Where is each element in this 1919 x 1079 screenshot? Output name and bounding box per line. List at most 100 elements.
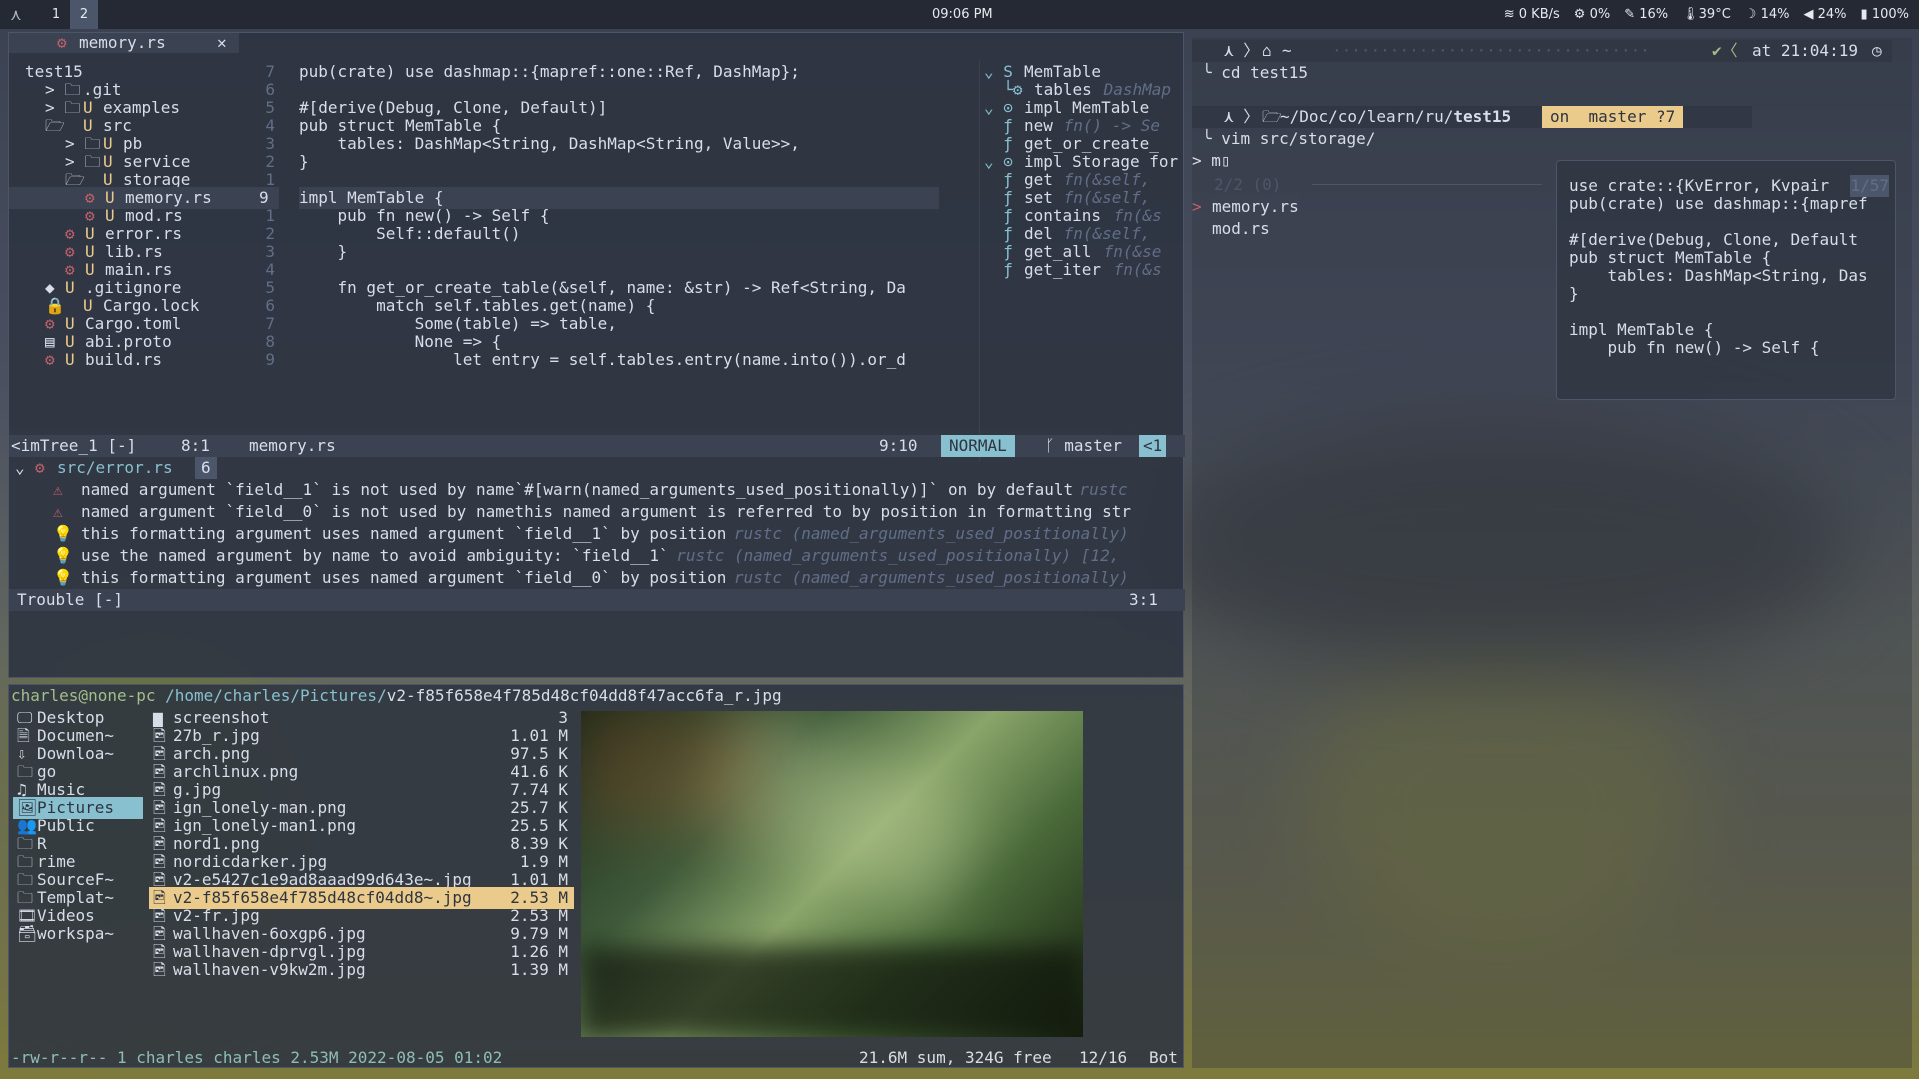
arch-logo-icon: ⋏ 〉 (1224, 41, 1260, 60)
hint-icon: 💡 (53, 546, 73, 565)
memory-stat: ✎ 16% (1624, 7, 1669, 22)
trouble-header[interactable]: ⌄ ⚙ src/error.rs 6 (9, 457, 1185, 479)
place-label: workspa~ (37, 924, 115, 943)
git-branch: ᚴ master (1045, 436, 1123, 455)
hint-icon: 💡 (53, 568, 73, 587)
volume-stat[interactable]: ◀ 24% (1803, 7, 1846, 22)
prompt-time: at 21:04:19 (1752, 41, 1858, 60)
outline-item[interactable]: ƒ get_iter fn(&s (980, 259, 1184, 281)
places-column: 🖵 Desktop 🗎 Documen~ ⇩ Downloa~ 🗀 go ♫ Music 🖼 Pict… (13, 707, 143, 1047)
chevron-down-icon: ⌄ (15, 458, 25, 477)
file-position: 12/16 (1079, 1048, 1128, 1067)
wifi-icon: ≋ (1503, 7, 1519, 22)
status-extra: <1 (1139, 435, 1167, 457)
tree-item[interactable]: ⚙ Ubuild.rs (9, 349, 279, 371)
trouble-list: ⚠ named argument `field__1` is not used b… (9, 479, 1185, 589)
trouble-message: named argument `field__1` is not used by… (81, 480, 1074, 499)
tree-line (581, 947, 1083, 1037)
trouble-item[interactable]: 💡 this formatting argument uses named arg… (9, 567, 1185, 589)
status-line: <imTree_1 [-] 8:1 memory.rs 9:10 NORMAL … (9, 435, 1185, 457)
outline-prefix: ƒ (984, 260, 1013, 279)
network-stat: ≋ 0 KB/s (1503, 7, 1560, 22)
brightness-stat: ☽ 14% (1744, 7, 1790, 22)
preview-line: pub fn new() -> Self { (1569, 338, 1820, 357)
file-item[interactable]: 🖻 wallhaven-v9kw2m.jpg 1.39 M (149, 959, 574, 981)
status-filename: memory.rs (249, 436, 336, 455)
tab-close-icon[interactable]: ✕ (217, 32, 227, 54)
preview-count: 1/57 (1850, 175, 1889, 197)
trouble-item[interactable]: 💡 use the named argument by name to avoid… (9, 545, 1185, 567)
code-editor[interactable]: pub(crate) use dashmap::{mapref::one::Re… (299, 61, 939, 461)
nvim-window: ⚙ memory.rs ✕ test15 > 🗀 .git > 🗀 Uexamples 🗁… (8, 32, 1185, 678)
cmd-history-2: ╰ vim src/storage/ (1202, 129, 1376, 148)
home-icon: ⌂ (1262, 41, 1272, 60)
trouble-count: 6 (195, 457, 217, 479)
git-status-badge: U (65, 350, 75, 369)
fzf-input[interactable]: > m▯ (1192, 150, 1231, 172)
tree-status: <imTree_1 [-] (11, 436, 137, 455)
code-line[interactable]: let entry = self.tables.entry(name.into(… (299, 349, 939, 371)
file-size: 1.39 M (510, 960, 568, 979)
fzf-pointer: > (1192, 197, 1202, 216)
tree-position: 8:1 (181, 436, 210, 455)
line-number: 9 (265, 350, 275, 369)
cpu-stat: ⚙ 0% (1573, 7, 1611, 22)
workspace-2[interactable]: 2 (70, 0, 98, 29)
trouble-source: rustc (1069, 480, 1128, 499)
warning-icon: ⚠ (53, 480, 63, 499)
line-numbers: 7654321123456789 (245, 61, 275, 461)
arch-logo-icon[interactable]: ⋏ (10, 5, 22, 24)
memory-icon: ✎ (1624, 7, 1640, 22)
line-number: 1 (265, 170, 275, 189)
battery-stat: ▮ 100% (1860, 7, 1909, 22)
trouble-item[interactable]: 💡 this formatting argument uses named arg… (9, 523, 1185, 545)
fzf-item[interactable]: mod.rs (1212, 218, 1270, 240)
thermometer-icon: 🌡 (1682, 7, 1699, 22)
moon-icon: ☽ (1744, 7, 1761, 22)
folder-icon: 🗁 (1262, 107, 1282, 126)
preview-line: tables: DashMap<String, Das (1569, 266, 1868, 285)
cmd-history-1: ╰ cd test15 (1202, 63, 1308, 82)
place-item[interactable]: 🗃 workspa~ (13, 923, 143, 945)
prompt-line-1: ⋏ 〉 ⌂ ~ ································… (1192, 40, 1892, 62)
fzf-preview: use crate::{KvError, Kvpair pub(crate) us… (1556, 160, 1896, 400)
file-list: ▆ screenshot 3 🖻 27b_r.jpg 1.01 M 🖻 arch.png 97.… (149, 707, 574, 1047)
ranger-window: charles@none-pc /home/charles/Pictures/v… (8, 684, 1184, 1068)
cursor-position: 9:10 (879, 436, 918, 455)
tree-icon: ⚙ (45, 350, 55, 369)
trouble-source: rustc (named_arguments_used_positionally… (724, 568, 1129, 587)
trouble-item[interactable]: ⚠ named argument `field__0` is not used b… (9, 501, 1185, 523)
terminal-window[interactable]: ⋏ 〉 ⌂ ~ ································… (1192, 38, 1912, 1068)
trouble-source: rustc (named_arguments_used_positionally… (666, 546, 1120, 565)
trouble-message: this formatting argument uses named argu… (81, 524, 727, 543)
rust-file-icon: ⚙ (35, 458, 45, 477)
clock[interactable]: 09:06 PM (932, 7, 993, 22)
tree-label: build.rs (85, 350, 163, 369)
file-name: wallhaven-v9kw2m.jpg (173, 960, 366, 979)
prompt-line-2: ⋏ 〉 🗁 ~/Doc/co/learn/ru/test15 on master… (1192, 106, 1752, 128)
ranger-header: charles@none-pc /home/charles/Pictures/v… (11, 686, 782, 705)
image-preview (581, 711, 1083, 1037)
arch-logo-icon: ⋏ 〉 (1224, 107, 1260, 126)
rust-file-icon: ⚙ (57, 33, 67, 52)
trouble-message: named argument `field__0` is not used by… (81, 502, 1131, 521)
preview-line: pub(crate) use dashmap::{mapref (1569, 194, 1868, 213)
prompt-path: ~/Doc/co/learn/ru/test15 (1280, 107, 1512, 126)
temperature-stat: 🌡39°C (1682, 7, 1731, 22)
tab-bar: ⚙ memory.rs ✕ (9, 33, 239, 53)
fzf-count: 2/2 (0) (1214, 175, 1282, 194)
trouble-item[interactable]: ⚠ named argument `field__1` is not used b… (9, 479, 1185, 501)
trouble-source: rustc (named_arguments_used_positionally… (724, 524, 1129, 543)
prompt-path: ~ (1282, 41, 1292, 60)
warning-icon: ⚠ (53, 502, 63, 521)
disk-summary: 21.6M sum, 324G free (859, 1048, 1052, 1067)
file-info: -rw-r--r-- 1 charles charles 2.53M 2022-… (11, 1048, 503, 1067)
workspace-1[interactable]: 1 (42, 0, 70, 29)
branch-icon: ᚴ (1045, 436, 1065, 455)
tab-memory-rs[interactable]: memory.rs (79, 32, 166, 54)
trouble-file: src/error.rs (57, 458, 173, 477)
fzf-item[interactable]: memory.rs (1212, 196, 1299, 218)
image-icon: 🖻 (153, 960, 166, 979)
check-icon: ✔〈 (1712, 41, 1738, 60)
file-tree: test15 > 🗀 .git > 🗀 Uexamples 🗁 Usrc > 🗀 Upb > 🗀 U… (9, 61, 279, 461)
